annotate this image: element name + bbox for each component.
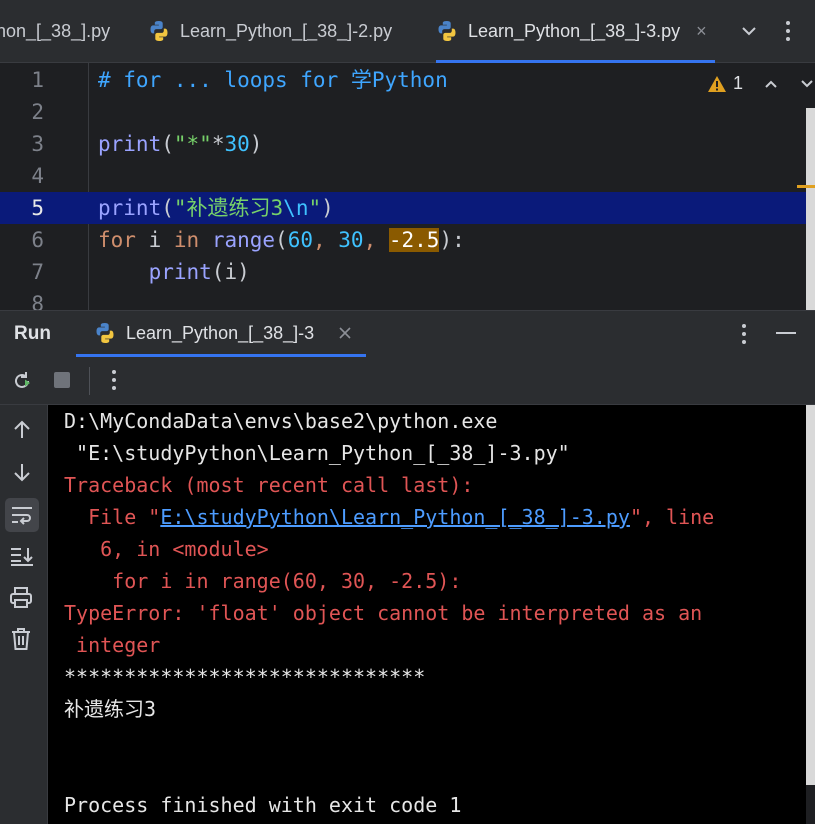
run-tab-label: Learn_Python_[_38_]-3	[126, 322, 315, 343]
run-console-output[interactable]: D:\MyCondaData\envs\base2\python.exe "E:…	[48, 405, 806, 824]
console-error-line: for i in range(60, 30, -2.5):	[64, 569, 462, 593]
minimize-icon[interactable]	[776, 331, 796, 335]
close-icon[interactable]	[338, 326, 352, 340]
code-line-current: 5 print("补遗练习3\n")	[0, 192, 815, 224]
console-line: ******************************	[64, 665, 426, 689]
console-scrollbar[interactable]	[806, 405, 815, 785]
line-number: 1	[31, 68, 44, 92]
python-file-icon	[96, 323, 114, 343]
code-text: print("*"*30)	[98, 132, 263, 156]
soft-wrap-button[interactable]	[5, 498, 39, 532]
warning-stripe-marker[interactable]	[797, 185, 815, 188]
line-number: 6	[31, 228, 44, 252]
console-error-line: 6, in <module>	[64, 537, 269, 561]
warning-highlight: -2.5	[388, 228, 440, 252]
chevron-down-icon[interactable]	[799, 76, 815, 92]
code-line: 2	[0, 96, 815, 128]
traceback-file-link[interactable]: E:\studyPython\Learn_Python_[_38_]-3.py	[160, 505, 630, 529]
editor-tab-bar: hon_[_38_].py Learn_Python_[_38_]-2.py L…	[0, 0, 815, 63]
console-side-toolbar	[0, 405, 48, 824]
line-number: 7	[31, 260, 44, 284]
rerun-icon[interactable]	[10, 369, 34, 393]
arrow-up-icon[interactable]	[11, 419, 33, 441]
toolbar-separator	[89, 367, 90, 395]
line-number: 3	[31, 132, 44, 156]
console-line: 补遗练习3	[64, 697, 157, 721]
inspection-widget[interactable]: 1	[707, 73, 815, 94]
code-comment: # for ... loops for 学Python	[98, 68, 448, 92]
code-line: 4	[0, 160, 815, 192]
editor-tab[interactable]: Learn_Python_[_38_]-2.py	[148, 0, 392, 62]
console-error-line: integer	[64, 633, 161, 657]
tab-label: hon_[_38_].py	[0, 20, 111, 41]
print-icon[interactable]	[9, 587, 33, 609]
line-number: 2	[31, 100, 44, 124]
chevron-up-icon[interactable]	[763, 76, 779, 92]
run-title: Run	[14, 323, 51, 344]
tab-label: Learn_Python_[_38_]-2.py	[180, 20, 393, 41]
code-line: 6 for i in range(60, 30, -2.5):	[0, 224, 815, 256]
python-file-icon	[438, 21, 456, 41]
editor-scrollbar[interactable]	[806, 108, 815, 310]
console-line: D:\MyCondaData\envs\base2\python.exe	[64, 409, 498, 433]
code-text: print("补遗练习3\n")	[98, 196, 334, 220]
editor-tab[interactable]: hon_[_38_].py	[0, 0, 110, 62]
trash-icon[interactable]	[10, 627, 32, 651]
run-toolbar	[0, 357, 815, 405]
soft-wrap-icon	[12, 507, 32, 525]
code-line: 3 print("*"*30)	[0, 128, 815, 160]
more-options-icon[interactable]	[783, 20, 793, 42]
console-exit-line: Process finished with exit code 1	[64, 793, 462, 817]
stop-icon[interactable]	[53, 371, 71, 389]
python-file-icon	[150, 21, 168, 41]
more-options-icon[interactable]	[110, 369, 118, 391]
code-line: 1 # for ... loops for 学Python	[0, 64, 815, 96]
scroll-to-end-icon[interactable]	[9, 545, 35, 567]
close-icon[interactable]: ×	[696, 21, 707, 42]
console-error-line: TypeError: 'float' object cannot be inte…	[64, 601, 703, 625]
line-number: 4	[31, 164, 44, 188]
code-text: print(i)	[148, 260, 250, 284]
chevron-down-icon[interactable]	[740, 22, 758, 40]
tab-label: Learn_Python_[_38_]-3.py	[468, 20, 681, 41]
warning-icon	[708, 75, 726, 92]
console-line: "E:\studyPython\Learn_Python_[_38_]-3.py…	[64, 441, 570, 465]
warning-count: 1	[733, 73, 744, 93]
more-options-icon[interactable]	[740, 323, 748, 345]
editor-tab-active[interactable]: Learn_Python_[_38_]-3.py ×	[436, 0, 715, 63]
code-line: 8	[0, 288, 815, 310]
console-error-line: Traceback (most recent call last):	[64, 473, 474, 497]
console-error-line: File "E:\studyPython\Learn_Python_[_38_]…	[64, 505, 715, 529]
code-text: for i in range(60, 30, -2.5):	[98, 228, 465, 252]
code-line: 7 print(i)	[0, 256, 815, 288]
run-config-tab[interactable]: Learn_Python_[_38_]-3	[76, 311, 366, 357]
code-editor[interactable]: 1 # for ... loops for 学Python 2 3 print(…	[0, 63, 815, 310]
line-number: 8	[31, 292, 44, 310]
run-toolwindow-header: Run Learn_Python_[_38_]-3	[0, 310, 815, 357]
arrow-down-icon[interactable]	[11, 461, 33, 483]
line-number: 5	[31, 196, 44, 220]
